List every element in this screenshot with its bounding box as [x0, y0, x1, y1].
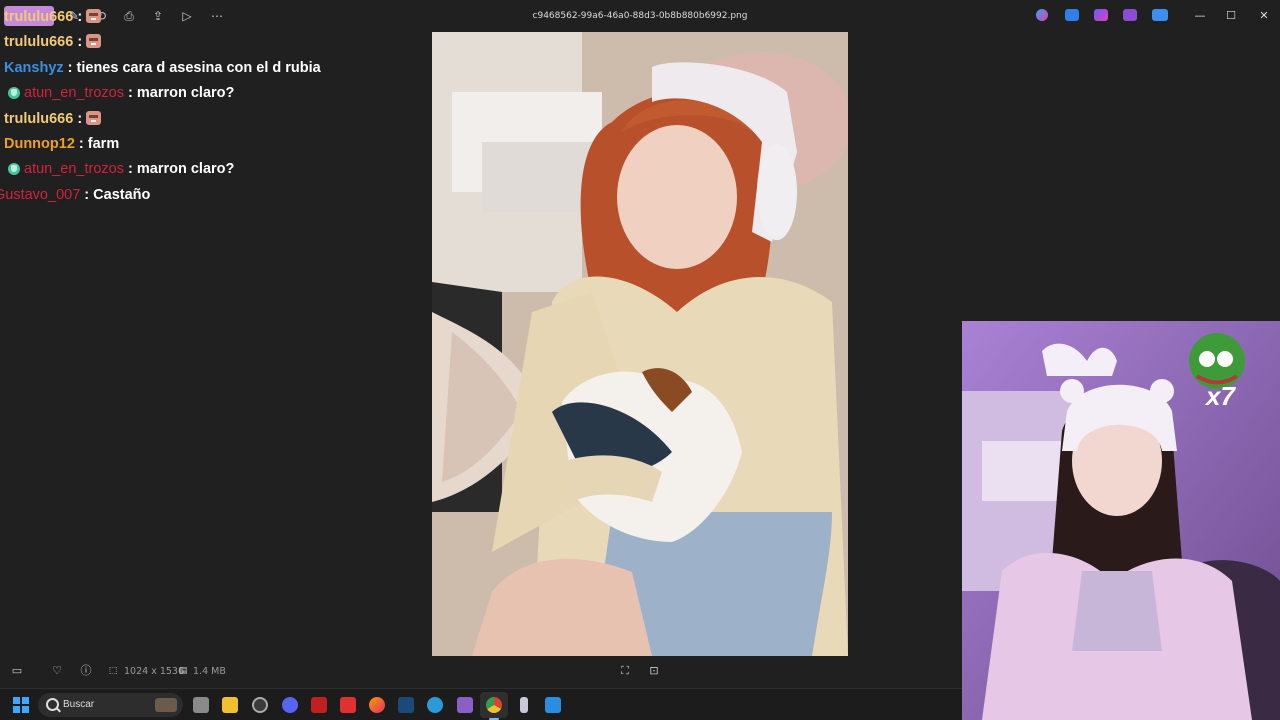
webcam-overlay: x7	[962, 321, 1280, 720]
copilot-icon[interactable]	[1036, 9, 1048, 21]
fit-to-window-icon[interactable]: ⛶	[618, 664, 632, 678]
chat-message: Dunnop12 : farm	[0, 132, 420, 157]
chat-separator: :	[74, 135, 88, 152]
chat-username: Dunnop12	[4, 135, 75, 152]
taskbar-search[interactable]: Buscar	[38, 693, 183, 717]
search-icon	[46, 698, 59, 711]
chat-separator: :	[123, 161, 137, 178]
chat-separator: :	[63, 59, 77, 76]
task-view-icon[interactable]	[193, 697, 209, 713]
moderator-badge-icon	[8, 87, 20, 100]
start-button[interactable]	[13, 697, 29, 713]
chat-username: trululu666	[4, 34, 74, 51]
file-explorer-icon[interactable]	[222, 697, 238, 713]
pig-emote-icon	[86, 110, 102, 125]
pig-emote-icon	[86, 34, 102, 49]
cloud-icon[interactable]	[1152, 9, 1168, 21]
status-bar: ▭ ♡ ⓘ ⬚ 1024 x 1536 ▤ 1.4 MB ⛶ ⊡	[0, 656, 962, 688]
pig-emote-icon	[86, 9, 102, 23]
image-dimensions: 1024 x 1536	[124, 666, 185, 677]
discord-icon[interactable]	[282, 697, 298, 713]
chat-message: Gustavo_007 : Castaño	[0, 183, 420, 208]
chat-message: trululu666 :	[0, 5, 420, 30]
chat-username: atun_en_trozos	[24, 85, 124, 102]
chrome-icon[interactable]	[486, 697, 502, 720]
file-size-icon: ▤	[178, 666, 188, 676]
notes-app-icon[interactable]	[520, 697, 528, 713]
obs-icon[interactable]	[457, 697, 473, 713]
designer-icon[interactable]	[1123, 9, 1137, 21]
maximize-button[interactable]: ☐	[1223, 8, 1239, 24]
close-button[interactable]: ✕	[1256, 8, 1272, 24]
chat-username: Gustavo_007	[0, 186, 81, 203]
moderator-badge-icon	[8, 163, 20, 176]
chat-username: Kanshyz	[4, 59, 64, 76]
multiplier-label: x7	[1206, 381, 1235, 411]
chat-message: atun_en_trozos : marron claro?	[0, 81, 420, 106]
firefox-icon[interactable]	[369, 697, 385, 713]
chat-message: trululu666 :	[0, 30, 420, 55]
app-icon[interactable]	[252, 697, 268, 713]
chat-separator: :	[73, 110, 87, 127]
info-icon[interactable]: ⓘ	[79, 664, 93, 678]
main-image	[432, 32, 848, 656]
minimize-button[interactable]: —	[1192, 8, 1208, 24]
dimensions-icon: ⬚	[108, 666, 118, 676]
photo-illustration	[432, 32, 848, 656]
media-app-icon[interactable]	[340, 697, 356, 713]
search-placeholder: Buscar	[63, 699, 95, 710]
chat-overlay: trululu666 : trululu666 : Kanshyz : tien…	[0, 5, 420, 208]
chat-username: atun_en_trozos	[24, 161, 124, 178]
chat-message: Kanshyz : tienes cara d asesina con el d…	[0, 56, 420, 81]
chat-text: farm	[87, 135, 120, 152]
actual-size-icon[interactable]: ⊡	[647, 664, 661, 678]
chat-username: trululu666	[4, 110, 74, 127]
chat-separator: :	[73, 9, 87, 25]
chat-text: tienes cara d asesina con el d rubia	[76, 59, 321, 76]
news-app-icon[interactable]	[311, 697, 327, 713]
chat-text: Castaño	[93, 186, 151, 203]
chat-message: atun_en_trozos : marron claro?	[0, 157, 420, 182]
favorite-icon[interactable]: ♡	[50, 664, 64, 678]
steam-icon[interactable]	[398, 697, 414, 713]
paint-icon[interactable]	[1065, 9, 1079, 21]
chat-separator: :	[123, 85, 137, 102]
chat-username: trululu666	[4, 9, 74, 25]
filmstrip-icon[interactable]: ▭	[10, 664, 24, 678]
refresh-app-icon[interactable]	[427, 697, 443, 713]
photos-app-icon[interactable]	[545, 697, 561, 713]
clipchamp-icon[interactable]	[1094, 9, 1108, 21]
chat-separator: :	[73, 34, 87, 51]
search-highlight-icon	[155, 698, 177, 712]
chat-separator: :	[80, 186, 94, 203]
file-size: 1.4 MB	[193, 666, 226, 677]
taskbar: Buscar	[0, 688, 962, 720]
chat-text: marron claro?	[136, 85, 235, 102]
chat-message: trululu666 :	[0, 107, 420, 132]
chat-text: marron claro?	[136, 161, 235, 178]
